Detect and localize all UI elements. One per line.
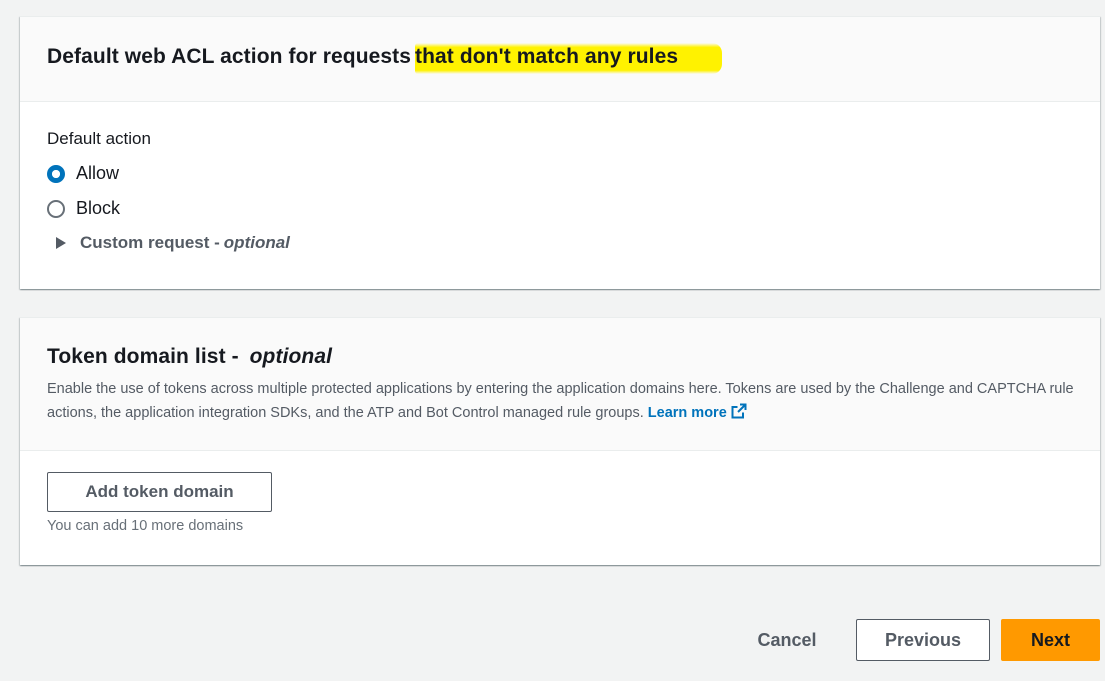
token-domain-title-optional: optional: [249, 345, 333, 368]
radio-block-button[interactable]: [47, 199, 65, 218]
caret-right-icon: [56, 237, 66, 249]
token-domain-description-text: Enable the use of tokens across multiple…: [47, 381, 1074, 421]
radio-allow-button[interactable]: [47, 164, 65, 183]
token-domain-panel: Token domain list - optional Enable the …: [20, 317, 1100, 565]
next-button[interactable]: Next: [1001, 619, 1100, 661]
default-action-panel-header: Default web ACL action for requests that…: [20, 17, 1100, 102]
default-action-title: Default web ACL action for requests that…: [47, 43, 723, 74]
token-domain-title: Token domain list - optional: [47, 345, 332, 369]
radio-block[interactable]: Block: [47, 198, 120, 219]
radio-allow[interactable]: Allow: [47, 163, 119, 184]
radio-allow-label: Allow: [76, 163, 120, 183]
learn-more-link[interactable]: Learn more: [647, 403, 747, 421]
token-domain-description: Enable the use of tokens across multiple…: [47, 377, 1082, 425]
add-token-domain-button[interactable]: Add token domain: [47, 472, 272, 512]
previous-button[interactable]: Previous: [856, 619, 990, 661]
external-link-icon: [731, 403, 747, 419]
default-action-panel: Default web ACL action for requests that…: [20, 16, 1100, 289]
token-domain-panel-header: Token domain list - optional Enable the …: [20, 318, 1100, 451]
custom-request-optional: optional: [223, 233, 290, 252]
default-action-title-text: Default web ACL action for requests: [47, 45, 417, 68]
custom-request-expander[interactable]: Custom request - optional: [56, 233, 290, 253]
cancel-button[interactable]: Cancel: [740, 619, 834, 661]
token-domain-hint: You can add 10 more domains: [47, 518, 244, 534]
learn-more-label: Learn more: [647, 405, 727, 421]
custom-request-label: Custom request -: [80, 233, 220, 252]
radio-block-label: Block: [76, 198, 121, 218]
token-domain-title-text: Token domain list -: [47, 345, 245, 368]
default-action-label: Default action: [47, 129, 151, 148]
highlighted-text: that don't match any rules: [415, 43, 723, 74]
